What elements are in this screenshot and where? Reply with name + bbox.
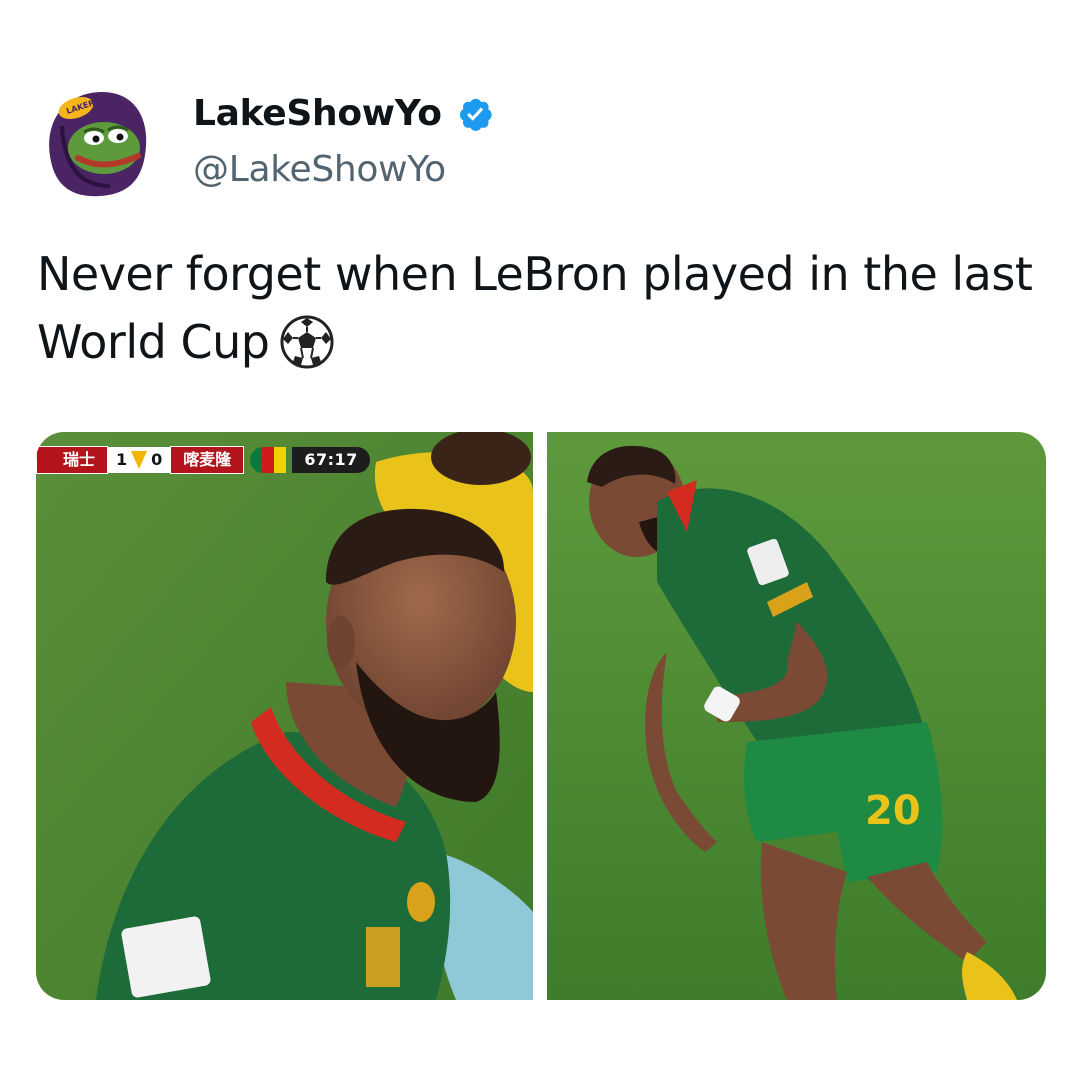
- scorebug-score: 1 0: [108, 447, 171, 473]
- author-avatar[interactable]: LAKERS: [40, 86, 152, 198]
- tweet-media-grid[interactable]: 瑞士 1 0 喀麦隆 67:17 20: [36, 432, 1046, 1000]
- tv-scorebug: 瑞士 1 0 喀麦隆 67:17: [36, 446, 370, 474]
- display-name-text: LakeShowYo: [193, 93, 442, 134]
- scorebug-away-team: 喀麦隆: [170, 446, 245, 474]
- soccer-ball-icon: [279, 314, 335, 370]
- shorts-number-text: 20: [865, 788, 921, 834]
- verified-badge-icon: [456, 95, 494, 133]
- scorebug-separator-icon: [131, 451, 148, 469]
- author-display-name[interactable]: LakeShowYo: [193, 90, 494, 138]
- scorebug-home-team: 瑞士: [36, 446, 109, 474]
- scorebug-home-score: 1: [116, 450, 128, 469]
- scorebug-away-score: 0: [151, 450, 163, 469]
- scorebug-clock: 67:17: [292, 447, 370, 473]
- tweet-text-body: Never forget when LeBron played in the l…: [37, 247, 1033, 369]
- tweet-text: Never forget when LeBron played in the l…: [37, 240, 1047, 376]
- pepe-avatar-icon: LAKERS: [49, 92, 147, 197]
- media-photo-left[interactable]: 瑞士 1 0 喀麦隆 67:17: [36, 432, 533, 1000]
- media-photo-right[interactable]: 20: [547, 432, 1046, 1000]
- author-handle[interactable]: @LakeShowYo: [193, 146, 446, 194]
- cameroon-flag-icon: [250, 447, 287, 473]
- player-closeup-image: [36, 432, 533, 1000]
- player-checking-wrist-image: 20: [547, 432, 1046, 1000]
